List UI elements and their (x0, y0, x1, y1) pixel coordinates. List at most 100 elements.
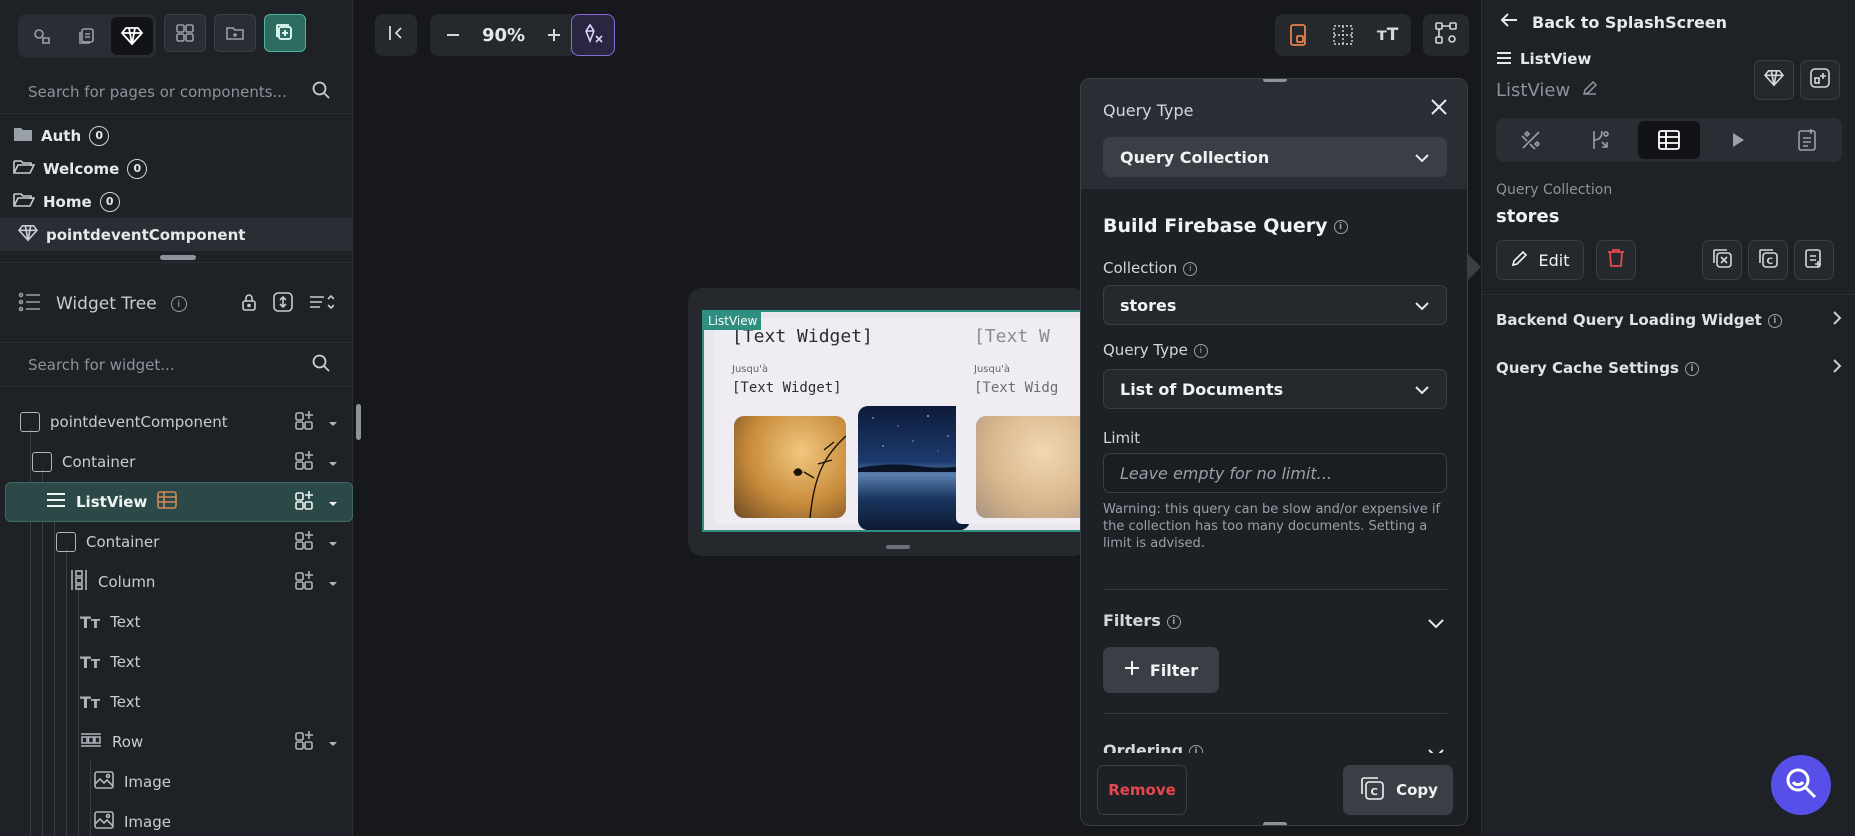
flow-settings-button[interactable] (1423, 14, 1469, 56)
page-folder-auth[interactable]: Auth 0 (0, 119, 352, 152)
column-icon (70, 569, 88, 595)
page-search-input[interactable]: Search for pages or components... (28, 83, 287, 101)
tab-backend-query[interactable] (1637, 121, 1700, 159)
tree-node-listview[interactable]: ListView (5, 482, 353, 522)
chevron-down-icon[interactable] (328, 533, 338, 551)
mobile-view-icon[interactable] (1281, 18, 1315, 52)
tab-actions[interactable] (1569, 121, 1631, 159)
tab-properties[interactable] (1500, 121, 1562, 159)
chevron-down-icon[interactable] (328, 733, 338, 751)
add-widget-icon[interactable] (294, 489, 316, 515)
clear-query-button[interactable] (1702, 240, 1742, 280)
zoom-out-button[interactable] (436, 18, 470, 52)
list-card[interactable]: [Text Widget] Jusqu'à [Text Widget] (714, 318, 986, 530)
tree-node-image[interactable]: Image (0, 802, 352, 836)
query-type-label: Query Type (1103, 101, 1194, 120)
chevron-right-icon (1832, 310, 1842, 330)
component-item[interactable]: pointdeventComponent (0, 218, 352, 251)
query-type-select[interactable]: Query Collection (1103, 137, 1447, 177)
folder-label: Welcome (43, 159, 120, 178)
help-search-button[interactable] (1771, 755, 1831, 815)
query-cache-settings-row[interactable]: Query Cache Settings i (1496, 348, 1842, 388)
add-filter-button[interactable]: Filter (1103, 647, 1219, 693)
popup-divider (1103, 713, 1447, 714)
limit-input[interactable]: Leave empty for no limit... (1103, 453, 1447, 493)
page-folder-welcome[interactable]: Welcome 0 (0, 152, 352, 185)
add-widget-icon[interactable] (294, 409, 316, 435)
lock-icon[interactable] (240, 292, 258, 317)
sort-filter-icon[interactable] (308, 292, 335, 317)
query-type2-select[interactable]: List of Documents (1103, 369, 1447, 409)
add-widget-icon[interactable] (294, 569, 316, 595)
tree-node-container[interactable]: Container (0, 522, 352, 562)
tab-documentation[interactable] (1776, 121, 1838, 159)
info-icon[interactable]: i (1767, 313, 1782, 328)
paste-query-button[interactable] (1794, 240, 1834, 280)
tree-node-image[interactable]: Image (0, 762, 352, 802)
components-icon[interactable] (111, 17, 153, 55)
collection-select[interactable]: stores (1103, 285, 1447, 325)
close-icon[interactable] (1429, 97, 1449, 121)
tree-scrollbar[interactable] (356, 404, 361, 440)
canvas-magic-button[interactable] (571, 14, 615, 56)
chevron-down-icon[interactable] (328, 493, 338, 511)
chevron-down-icon[interactable] (328, 413, 338, 431)
collapse-panel-button[interactable] (375, 14, 417, 56)
edit-query-button[interactable]: Edit (1496, 240, 1584, 280)
tree-node-text[interactable]: Tт Text (0, 642, 352, 682)
tree-node-column[interactable]: Column (0, 562, 352, 602)
add-page-icon[interactable] (264, 14, 306, 52)
widget-search-bar[interactable]: Search for widget... (0, 342, 353, 386)
info-icon[interactable]: i (1193, 343, 1208, 358)
tree-node-label: Container (86, 533, 160, 551)
chevron-down-icon[interactable] (1427, 615, 1445, 634)
tree-node-row[interactable]: Row (0, 722, 352, 762)
info-icon[interactable]: i (1183, 261, 1198, 276)
tree-node-root[interactable]: pointdeventComponent (0, 402, 352, 442)
storyboard-icon[interactable] (21, 17, 63, 55)
info-icon[interactable]: i (1684, 361, 1699, 376)
add-widget-icon[interactable] (294, 529, 316, 555)
add-widget-icon[interactable] (294, 729, 316, 755)
copy-query-button[interactable]: C (1748, 240, 1788, 280)
add-child-button[interactable] (1800, 60, 1840, 100)
add-widget-icon[interactable] (294, 449, 316, 475)
remove-button[interactable]: Remove (1097, 765, 1187, 815)
convert-component-button[interactable] (1754, 60, 1794, 100)
chevron-down-icon[interactable] (328, 453, 338, 471)
expand-collapse-icon[interactable] (272, 291, 294, 318)
pencil-icon[interactable] (1582, 80, 1598, 101)
panel-resize-handle[interactable] (160, 255, 196, 260)
delete-query-button[interactable] (1596, 240, 1636, 280)
widget-palette-icon[interactable] (164, 14, 206, 52)
image-icon (94, 811, 114, 833)
backend-query-loading-row[interactable]: Backend Query Loading Widget i (1496, 300, 1842, 340)
info-icon[interactable]: i (1333, 219, 1348, 234)
folder-label: Home (43, 192, 92, 211)
tree-node-container[interactable]: Container (0, 442, 352, 482)
info-icon[interactable]: i (1166, 614, 1181, 629)
copy-button[interactable]: C Copy (1343, 765, 1453, 815)
chevron-down-icon[interactable] (328, 573, 338, 591)
page-search-bar[interactable]: Search for pages or components... (0, 70, 353, 114)
list-card[interactable]: [Text W Jusqu'à [Text Widg (956, 318, 1086, 524)
page-folder-home[interactable]: Home 0 (0, 185, 352, 218)
widget-search-input[interactable]: Search for widget... (28, 356, 175, 374)
pages-icon[interactable] (66, 17, 108, 55)
grid-view-icon[interactable] (1326, 18, 1360, 52)
tab-animations[interactable] (1707, 121, 1769, 159)
popup-drag-handle[interactable] (1263, 79, 1287, 82)
frame-resize-handle[interactable] (886, 545, 910, 549)
copy-label: Copy (1396, 781, 1438, 799)
new-folder-icon[interactable] (214, 14, 256, 52)
zoom-in-button[interactable] (537, 18, 571, 52)
widget-name-row[interactable]: ListView (1496, 80, 1598, 101)
text-scale-icon[interactable]: тТ (1371, 18, 1405, 52)
list-icon (1496, 50, 1512, 68)
listview-preview[interactable]: [Text Widget] Jusqu'à [Text Widget] [Tex… (702, 310, 1088, 532)
back-link[interactable]: Back to SplashScreen (1500, 12, 1727, 32)
tree-node-text[interactable]: Tт Text (0, 682, 352, 722)
tree-node-text[interactable]: Tт Text (0, 602, 352, 642)
popup-drag-handle[interactable] (1263, 822, 1287, 825)
info-icon[interactable]: i (170, 296, 187, 312)
